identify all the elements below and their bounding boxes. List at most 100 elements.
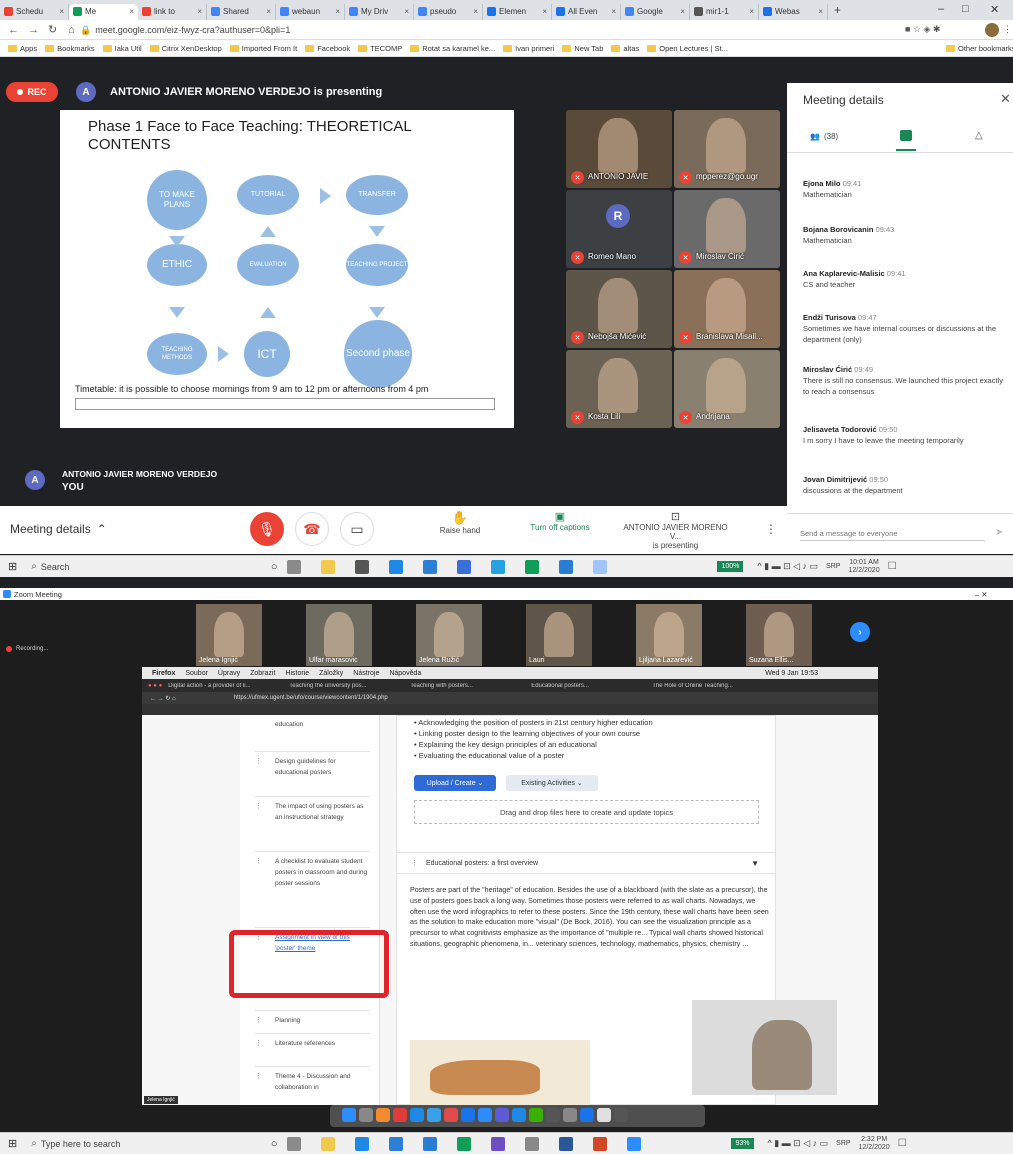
participant-tile[interactable]: ✕ Nebojša Mićević	[566, 270, 672, 348]
close-tab-icon[interactable]: ×	[473, 7, 478, 16]
participant-tile[interactable]: ✕ mpperez@go.ugr	[674, 110, 780, 188]
chrome-icon[interactable]	[457, 1136, 472, 1151]
cortana-icon[interactable]: ○	[271, 561, 278, 573]
drag-handle-icon[interactable]: ⋮	[255, 1071, 262, 1082]
bookmark-item[interactable]: altas	[611, 44, 639, 53]
participant-tile[interactable]: ✕ Kosta Lili	[566, 350, 672, 428]
language-indicator[interactable]: SRP	[836, 1140, 850, 1147]
app-icon[interactable]	[593, 559, 608, 574]
collapse-icon[interactable]: ▼	[751, 859, 759, 868]
dock-app-icon[interactable]	[562, 1108, 577, 1122]
zoom-participant-tile[interactable]: Ulfar marasovic	[306, 604, 372, 666]
bookmark-item[interactable]: New Tab	[562, 44, 603, 53]
zoom-icon[interactable]	[627, 1136, 642, 1151]
drag-handle-icon[interactable]: ⋮	[255, 756, 262, 767]
new-tab-button[interactable]: +	[834, 3, 841, 17]
course-index-item[interactable]: ⋮ The impact of using posters as an instr…	[255, 801, 370, 823]
drag-handle-icon[interactable]: ⋮	[255, 1015, 262, 1026]
participant-tile[interactable]: ✕ Andrijana	[674, 350, 780, 428]
mac-menu-item[interactable]: Soubor	[185, 670, 208, 677]
bookmark-item[interactable]: Citrix XenDesktop	[149, 44, 222, 53]
participant-tile[interactable]: ✕ ANTONIO JAVIE	[566, 110, 672, 188]
dock-app-icon[interactable]	[596, 1108, 611, 1122]
taskbar-search[interactable]: Search	[41, 562, 241, 572]
other-bookmarks[interactable]: Other bookmarks	[946, 44, 1013, 53]
upload-create-button[interactable]: Upload / Create ⌄	[414, 775, 496, 791]
shared-tab[interactable]: Teaching with posters...	[410, 683, 525, 689]
browser-tab[interactable]: Shared ×	[207, 3, 276, 20]
battery-badge[interactable]: 100%	[717, 561, 744, 572]
dock-app-icon[interactable]	[613, 1108, 628, 1122]
leave-call-button[interactable]: ☎	[295, 512, 329, 546]
course-index-item[interactable]: education	[255, 719, 370, 730]
dock-app-icon[interactable]	[443, 1108, 458, 1122]
tray-icons[interactable]: ^ ▮ ▬ ⊡ ◁ ♪ ▭	[768, 1138, 829, 1149]
section-header[interactable]: ⋮ Educational posters: a first overview …	[397, 852, 775, 874]
dock-app-icon[interactable]	[409, 1108, 424, 1122]
close-tab-icon[interactable]: ×	[197, 7, 202, 16]
browser-tab[interactable]: webaun ×	[276, 3, 345, 20]
zoom-participant-tile[interactable]: Suzana Ellis...	[746, 604, 812, 666]
captions-button[interactable]: ▣ Turn off captions	[520, 510, 600, 532]
notifications-icon[interactable]: ☐	[888, 561, 897, 572]
browser-tab[interactable]: Me ×	[69, 3, 138, 20]
bookmark-item[interactable]: Imported From It	[229, 44, 297, 53]
course-index-item[interactable]: ⋮ Planning	[255, 1015, 370, 1026]
browser-tab[interactable]: Elemen ×	[483, 3, 552, 20]
raise-hand-button[interactable]: ✋ Raise hand	[430, 510, 490, 535]
close-tab-icon[interactable]: ×	[542, 7, 547, 16]
chrome-icon[interactable]	[525, 559, 540, 574]
dock-app-icon[interactable]	[494, 1108, 509, 1122]
drag-handle-icon[interactable]: ⋮	[255, 1038, 262, 1049]
zoom-participant-tile[interactable]: Ljiljana Lazarević	[636, 604, 702, 666]
close-tab-icon[interactable]: ×	[749, 7, 754, 16]
mac-menu-item[interactable]: Nástroje	[353, 670, 379, 677]
close-tab-icon[interactable]: ×	[129, 7, 134, 16]
zoom-participant-tile[interactable]: Jelena Ignjić	[196, 604, 262, 666]
close-tab-icon[interactable]: ×	[818, 7, 823, 16]
tab-activities[interactable]: △	[975, 130, 983, 141]
browser-tab[interactable]: link to ×	[138, 3, 207, 20]
bookmark-item[interactable]: Open Lectures | St...	[647, 44, 728, 53]
mac-menu-item[interactable]: Firefox	[152, 670, 175, 677]
battery-badge[interactable]: 93%	[731, 1138, 754, 1149]
language-indicator[interactable]: SRP	[826, 563, 840, 570]
close-tab-icon[interactable]: ×	[335, 7, 340, 16]
close-window-icon[interactable]: ✕	[990, 3, 999, 16]
task-view-icon[interactable]	[287, 1136, 302, 1151]
teams-icon[interactable]	[491, 1136, 506, 1151]
close-tab-icon[interactable]: ×	[611, 7, 616, 16]
bookmark-item[interactable]: Bookmarks	[45, 44, 95, 53]
taskbar-search[interactable]: Type here to search	[41, 1139, 241, 1149]
maximize-icon[interactable]: □	[962, 3, 969, 15]
course-index-item[interactable]: ⋮ Design guidelines for educational poste…	[255, 756, 370, 778]
mac-menu-item[interactable]: Záložky	[319, 670, 343, 677]
bookmark-item[interactable]: Iaka Util	[102, 44, 142, 53]
app-icon[interactable]	[457, 559, 472, 574]
participant-tile[interactable]: ✕ Branislava Misail...	[674, 270, 780, 348]
dock-app-icon[interactable]	[358, 1108, 373, 1122]
existing-activities-button[interactable]: Existing Activities ⌄	[506, 775, 598, 791]
dock-app-icon[interactable]	[375, 1108, 390, 1122]
edge-icon[interactable]	[389, 559, 404, 574]
participant-tile[interactable]: ✕ Miroslav Ćirić	[674, 190, 780, 268]
chat-input[interactable]	[800, 527, 985, 541]
back-icon[interactable]: ←	[8, 24, 20, 36]
extension-icon[interactable]: ■ ☆ ◈ ✱	[905, 24, 940, 35]
shared-tab[interactable]: Teaching the university pos...	[289, 683, 404, 689]
word-icon[interactable]	[559, 559, 574, 574]
home-icon[interactable]: ⌂	[68, 24, 80, 36]
dock-app-icon[interactable]	[528, 1108, 543, 1122]
file-explorer-icon[interactable]	[321, 559, 336, 574]
profile-avatar[interactable]	[985, 23, 999, 37]
camera-button[interactable]: ▭	[340, 512, 374, 546]
dock-app-icon[interactable]	[477, 1108, 492, 1122]
taskbar-clock[interactable]: 10:01 AM 12/2/2020	[848, 559, 879, 575]
cortana-icon[interactable]: ○	[271, 1138, 278, 1150]
browser-tab[interactable]: mir1-1 ×	[690, 3, 759, 20]
browser-tab[interactable]: Schedu ×	[0, 3, 69, 20]
dock-app-icon[interactable]	[511, 1108, 526, 1122]
dock-app-icon[interactable]	[341, 1108, 356, 1122]
more-options-icon[interactable]: ⋮	[765, 522, 777, 536]
mac-menu-item[interactable]: Nápověda	[389, 670, 421, 677]
